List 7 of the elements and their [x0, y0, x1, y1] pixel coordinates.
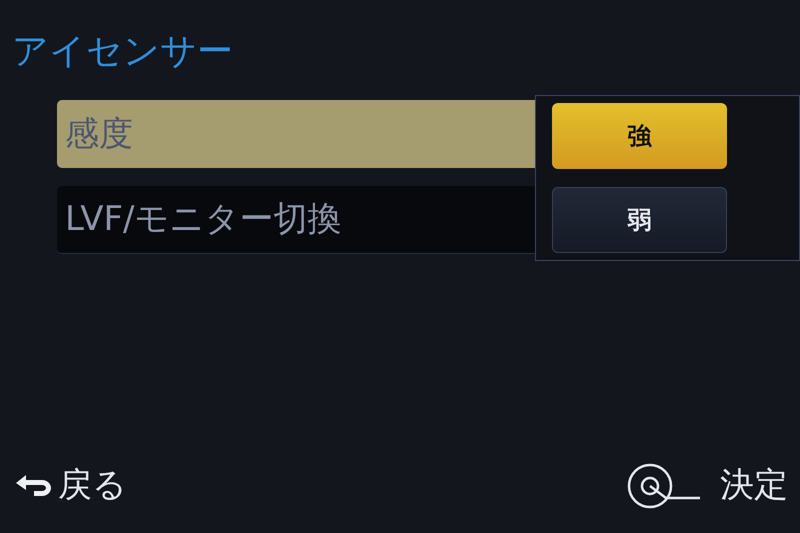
option-button[interactable]: 弱: [552, 187, 727, 253]
back-label: 戻る: [58, 464, 127, 507]
screen-title: アイセンサー: [12, 30, 233, 74]
dial-icon: [626, 462, 702, 510]
option-button[interactable]: 強: [552, 103, 727, 169]
menu-item[interactable]: LVF/モニター切換: [57, 186, 535, 254]
confirm-label: 決定: [720, 464, 788, 507]
